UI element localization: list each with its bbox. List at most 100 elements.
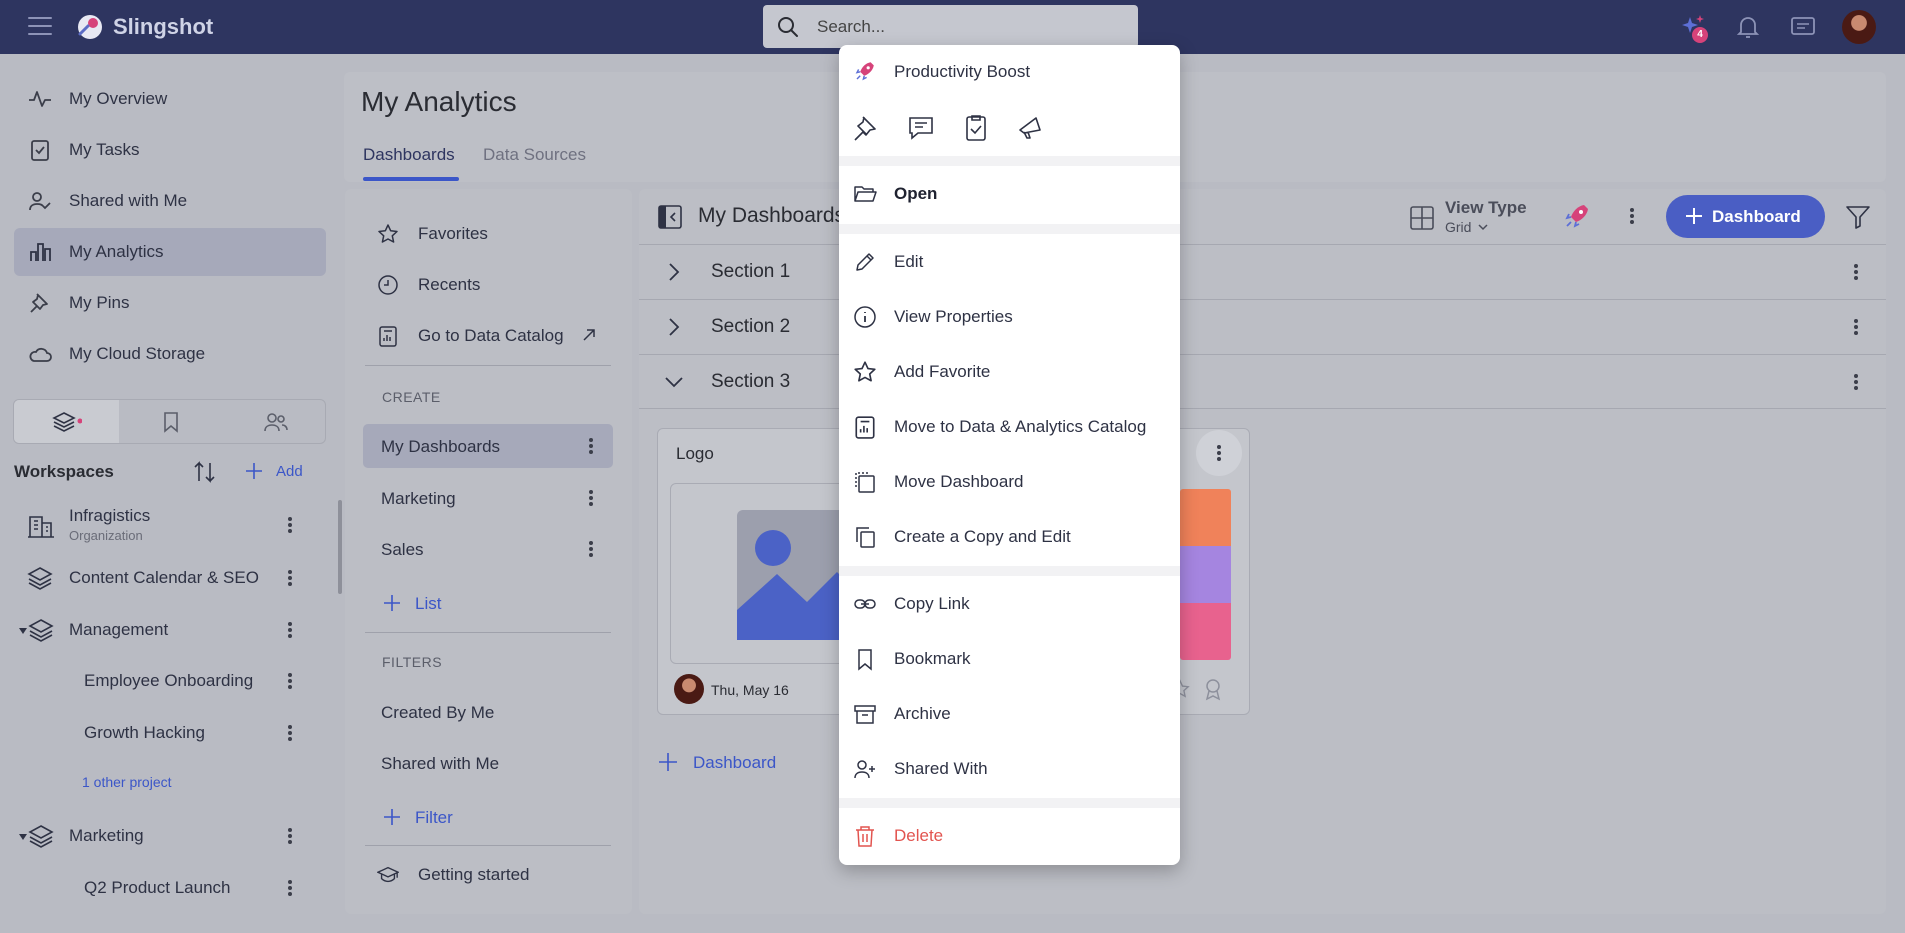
sidebar-scrollbar[interactable] [338, 500, 342, 594]
list-sales[interactable]: Sales [363, 527, 613, 571]
filter-created-by-me[interactable]: Created By Me [363, 690, 613, 734]
chat-icon[interactable] [906, 113, 936, 143]
cloud-icon [29, 347, 52, 362]
view-type-value[interactable]: Grid [1445, 219, 1471, 235]
new-dashboard-button[interactable]: Dashboard [1666, 195, 1825, 238]
sidebar-item-label: My Overview [69, 89, 168, 108]
more-options-icon[interactable] [287, 515, 293, 535]
project-q2-product-launch[interactable]: Q2 Product Launch [0, 866, 330, 910]
list-label: Sales [381, 540, 424, 559]
caret-down-icon[interactable] [18, 627, 28, 635]
menu-item-move-to-catalog[interactable]: Move to Data & Analytics Catalog [839, 400, 1180, 455]
more-options-icon[interactable] [1853, 262, 1859, 282]
data-catalog-item[interactable]: Go to Data Catalog [363, 313, 613, 357]
pin-icon[interactable] [851, 113, 881, 143]
rocket-icon[interactable] [1562, 201, 1592, 231]
project-label: Growth Hacking [84, 723, 205, 742]
sidebar-item-my-analytics[interactable]: My Analytics [14, 228, 326, 276]
more-options-icon[interactable] [1853, 372, 1859, 392]
more-options-icon[interactable] [287, 723, 293, 743]
caret-down-icon[interactable] [18, 833, 28, 841]
more-options-icon[interactable] [1629, 206, 1635, 226]
tab-data-sources[interactable]: Data Sources [483, 145, 586, 165]
sort-icon[interactable] [192, 460, 218, 484]
search-box[interactable] [763, 5, 1138, 48]
section-1-row[interactable]: Section 1 [639, 244, 1886, 299]
menu-item-label: Shared With [894, 759, 988, 778]
add-list-button[interactable]: List [382, 593, 472, 615]
menu-item-copy-and-edit[interactable]: Create a Copy and Edit [839, 510, 1180, 565]
tab-people[interactable] [223, 400, 327, 443]
menu-item-delete[interactable]: Delete [839, 809, 1180, 864]
more-options-icon[interactable] [287, 878, 293, 898]
menu-item-label: View Properties [894, 307, 1013, 326]
badge-icon[interactable] [1201, 677, 1225, 701]
divider [365, 845, 611, 846]
clipboard-check-icon[interactable] [961, 113, 991, 143]
add-dashboard-button[interactable]: Dashboard [657, 751, 787, 775]
more-options-icon[interactable] [287, 568, 293, 588]
other-projects-link[interactable]: 1 other project [82, 774, 172, 790]
menu-item-bookmark[interactable]: Bookmark [839, 632, 1180, 687]
sidebar-item-shared-with-me[interactable]: Shared with Me [14, 177, 326, 225]
workspace-infragistics[interactable]: Infragistics Organization [0, 502, 330, 546]
workspace-tabs [13, 399, 326, 444]
sidebar-item-my-pins[interactable]: My Pins [14, 279, 326, 327]
bell-icon[interactable] [1733, 12, 1763, 42]
favorites-item[interactable]: Favorites [363, 211, 613, 255]
grid-view-icon[interactable] [1409, 205, 1435, 231]
workspace-label: Management [69, 620, 169, 639]
hamburger-menu-icon[interactable] [28, 16, 52, 36]
workspace-content-calendar[interactable]: Content Calendar & SEO [0, 556, 330, 600]
more-options-icon[interactable] [1853, 317, 1859, 337]
menu-item-copy-link[interactable]: Copy Link [839, 577, 1180, 632]
section-2-row[interactable]: Section 2 [639, 299, 1886, 354]
recents-item[interactable]: Recents [363, 262, 613, 306]
filter-icon[interactable] [1845, 204, 1871, 230]
menu-separator [839, 566, 1180, 576]
workspace-marketing[interactable]: Marketing [0, 814, 330, 858]
tab-workspaces[interactable] [14, 400, 119, 443]
sidebar-item-label: My Pins [69, 293, 130, 312]
workspace-management[interactable]: Management [0, 608, 330, 652]
more-options-icon[interactable] [287, 826, 293, 846]
megaphone-icon[interactable] [1016, 113, 1046, 143]
search-input[interactable] [817, 13, 1117, 40]
getting-started-item[interactable]: Getting started [363, 852, 613, 896]
star-icon [854, 361, 876, 382]
user-avatar[interactable] [1842, 10, 1876, 44]
more-options-icon[interactable] [287, 620, 293, 640]
more-options-icon[interactable] [287, 671, 293, 691]
sidebar-item-my-overview[interactable]: My Overview [14, 75, 326, 123]
tab-bookmarks[interactable] [119, 400, 223, 443]
list-my-dashboards[interactable]: My Dashboards [363, 424, 613, 468]
sidebar-item-my-tasks[interactable]: My Tasks [14, 126, 326, 174]
project-employee-onboarding[interactable]: Employee Onboarding [0, 659, 330, 703]
menu-item-move-dashboard[interactable]: Move Dashboard [839, 455, 1180, 510]
menu-item-shared-with[interactable]: Shared With [839, 742, 1180, 797]
menu-item-open[interactable]: Open [839, 167, 1180, 222]
collapse-panel-icon[interactable] [657, 204, 683, 230]
tab-dashboards[interactable]: Dashboards [363, 145, 455, 165]
project-growth-hacking[interactable]: Growth Hacking [0, 711, 330, 755]
menu-item-view-properties[interactable]: View Properties [839, 290, 1180, 345]
add-filter-button[interactable]: Filter [382, 807, 482, 829]
copy-icon [856, 527, 875, 548]
plus-icon [659, 753, 677, 771]
filter-shared-with-me[interactable]: Shared with Me [363, 741, 613, 785]
menu-item-archive[interactable]: Archive [839, 687, 1180, 742]
favorites-label: Favorites [418, 224, 488, 243]
chevron-down-icon[interactable] [1478, 223, 1488, 231]
view-type-label[interactable]: View Type [1445, 198, 1527, 218]
chat-icon[interactable] [1788, 12, 1818, 42]
menu-item-label: Move to Data & Analytics Catalog [894, 417, 1147, 436]
more-options-icon[interactable] [588, 436, 594, 456]
menu-item-add-favorite[interactable]: Add Favorite [839, 345, 1180, 400]
sidebar-item-my-cloud-storage[interactable]: My Cloud Storage [14, 330, 326, 378]
menu-item-edit[interactable]: Edit [839, 235, 1180, 290]
more-options-icon[interactable] [588, 539, 594, 559]
card-more-options-button[interactable] [1196, 430, 1242, 476]
more-options-icon[interactable] [588, 488, 594, 508]
section-3-row[interactable]: Section 3 [639, 354, 1886, 409]
list-marketing[interactable]: Marketing [363, 476, 613, 520]
